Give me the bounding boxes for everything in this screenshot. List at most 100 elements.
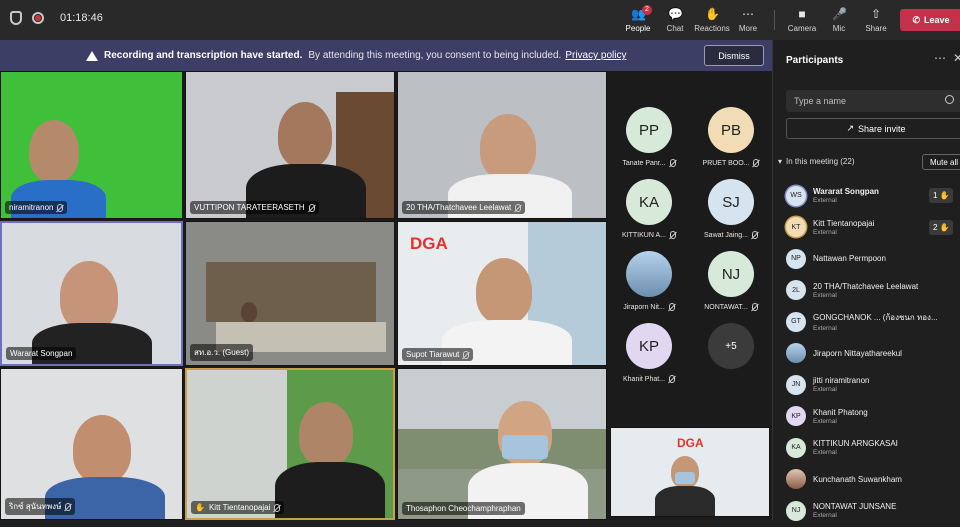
more-icon[interactable]: ⋯ (934, 51, 946, 65)
reactions-button[interactable]: ✋ Reactions (692, 5, 732, 37)
avatar-photo (786, 343, 806, 364)
avatar: SJ (708, 179, 754, 225)
participant-name: jitti niramitranon (813, 376, 870, 386)
avatar: KP (626, 323, 672, 369)
share-invite-button[interactable]: ↗ Share invite (786, 118, 960, 139)
banner-text: By attending this meeting, you consent t… (308, 50, 562, 61)
camera-button[interactable]: ■ Camera (782, 5, 822, 37)
overflow-count: +5 (708, 323, 754, 369)
raised-hand-icon: ✋ (939, 222, 950, 232)
mic-off-icon (751, 231, 758, 239)
participant-name: GONGCHANOK ... (ก้องชนก ทอง... (813, 313, 938, 323)
hand-order: 1 (933, 191, 938, 200)
participant-subtitle: External (813, 325, 837, 333)
video-tile[interactable]: VUTTIPON TARATEERASETH (185, 71, 395, 219)
avatar: GT (786, 311, 806, 332)
participant-row[interactable]: Jiraporn Nittayathareekul (786, 338, 960, 370)
video-tile[interactable]: DGA Supot Tiarawut (397, 221, 607, 366)
in-meeting-label: In this meeting (22) (786, 157, 855, 166)
avatar-tile[interactable]: PP Tanate Panr... (608, 99, 690, 171)
tile-name: Kitt Tientanopajai (208, 503, 271, 512)
avatar: KP (786, 406, 806, 427)
avatar-tile[interactable]: SJ Sawat Jaing... (690, 171, 772, 243)
tile-name: สท.อ.ว. (Guest) (194, 348, 250, 357)
more-participants-tile[interactable]: +5 (690, 315, 772, 387)
participant-search-input[interactable]: Type a name (786, 90, 960, 112)
toolbar-divider (774, 10, 775, 30)
avatar: JN (786, 374, 806, 395)
mic-button[interactable]: 🎤 Mic (819, 5, 859, 37)
dga-logo-small: DGA (677, 436, 704, 450)
tile-name: Wararat Songpan (10, 349, 73, 358)
avatar: NJ (708, 251, 754, 297)
participant-row[interactable]: 2L 20 THA/Thatchavee Leelawat External (786, 275, 960, 307)
participant-row[interactable]: WS Wararat Songpan External 1 ✋ (786, 180, 960, 212)
panel-title: Participants (786, 55, 844, 66)
participant-row[interactable]: KA KITTIKUN ARNGKASAI External (786, 432, 960, 464)
participant-name: Wararat Songpan (813, 187, 879, 197)
avatar: WS (786, 185, 806, 206)
banner-bold-text: Recording and transcription have started… (104, 50, 303, 61)
participant-video (60, 261, 118, 331)
more-label: More (738, 24, 758, 33)
people-button[interactable]: 👥 2 People (618, 5, 658, 42)
tile-name: Thosaphon Cheochamphraphan (406, 504, 521, 513)
participant-row[interactable]: JN jitti niramitranon External (786, 369, 960, 401)
tile-caption: Supot Tiarawut (402, 348, 474, 361)
avatar-tile[interactable]: PB PRUET BOO... (690, 99, 772, 171)
participant-name: KITTIKUN ARNGKASAI (813, 439, 898, 449)
share-button[interactable]: ⇧ Share (856, 5, 896, 37)
video-tile[interactable]: ✋ Kitt Tientanopajai (185, 368, 395, 520)
participant-row[interactable]: KT Kitt Tientanopajai External 2 ✋ (786, 212, 960, 244)
tile-name: niramitranon (9, 203, 54, 212)
tile-caption: 20 THA/Thatchavee Leelawat (402, 201, 526, 214)
video-tile[interactable]: สท.อ.ว. (Guest) (185, 221, 395, 366)
tile-name: 20 THA/Thatchavee Leelawat (406, 203, 512, 212)
chat-button[interactable]: 💬 Chat (655, 5, 695, 37)
video-tile[interactable]: niramitranon (0, 71, 183, 219)
mic-off-icon (669, 375, 676, 383)
mic-off-icon (669, 159, 676, 167)
participant-row[interactable]: KP Khanit Phatong External (786, 401, 960, 433)
camera-icon: ■ (798, 7, 806, 21)
avatar: KA (786, 437, 806, 458)
participant-subtitle: External (813, 512, 837, 520)
participant-row[interactable]: NP Nattawan Permpoon (786, 243, 960, 275)
participant-name: 20 THA/Thatchavee Leelawat (813, 281, 919, 291)
more-button[interactable]: ⋯ More (728, 5, 768, 37)
video-tile[interactable]: Wararat Songpan (0, 221, 183, 366)
chat-icon: 💬 (668, 7, 683, 21)
privacy-policy-link[interactable]: Privacy policy (565, 50, 626, 61)
participant-row[interactable]: Kunchanath Suwankham (786, 464, 960, 496)
participant-row[interactable]: NJ NONTAWAT JUNSANE External (786, 495, 960, 527)
shared-video-tile[interactable]: DGA (610, 427, 770, 517)
leave-label: Leave (924, 15, 950, 25)
avatar-name: Tanate Panr... (622, 159, 666, 167)
avatar-tile[interactable]: NJ NONTAWAT... (690, 243, 772, 315)
chat-label: Chat (666, 24, 684, 33)
avatar-tile[interactable]: KP Khanit Phat... (608, 315, 690, 387)
mic-label: Mic (832, 24, 846, 33)
avatar-tile[interactable]: KA KITTIKUN A... (608, 171, 690, 243)
avatar: NJ (786, 500, 806, 521)
in-meeting-header[interactable]: ▾ In this meeting (22) (778, 157, 855, 166)
leave-button[interactable]: ✆ Leave (900, 9, 960, 31)
tile-name: ริกซ์ สุนันทพงษ์ (9, 502, 62, 511)
dismiss-button[interactable]: Dismiss (704, 45, 764, 66)
mic-off-icon (515, 203, 522, 212)
avatar: KA (626, 179, 672, 225)
mute-all-button[interactable]: Mute all (922, 154, 960, 170)
avatar-tile[interactable]: Jiraporn Nit... (608, 243, 690, 315)
raised-hand-badge: 1 ✋ (929, 188, 954, 203)
face-mask (675, 472, 695, 484)
participant-name: Kitt Tientanopajai (813, 218, 875, 228)
close-icon[interactable]: ✕ (953, 51, 960, 65)
tile-caption: Wararat Songpan (6, 347, 77, 360)
avatar: PB (708, 107, 754, 153)
video-tile[interactable]: Thosaphon Cheochamphraphan (397, 368, 607, 520)
video-tile[interactable]: 20 THA/Thatchavee Leelawat (397, 71, 607, 219)
tile-caption: ริกซ์ สุนันทพงษ์ (5, 498, 76, 515)
share-invite-icon: ↗ (846, 123, 854, 133)
participant-row[interactable]: GT GONGCHANOK ... (ก้องชนก ทอง... Externa… (786, 306, 960, 338)
video-tile[interactable]: ริกซ์ สุนันทพงษ์ (0, 368, 183, 520)
